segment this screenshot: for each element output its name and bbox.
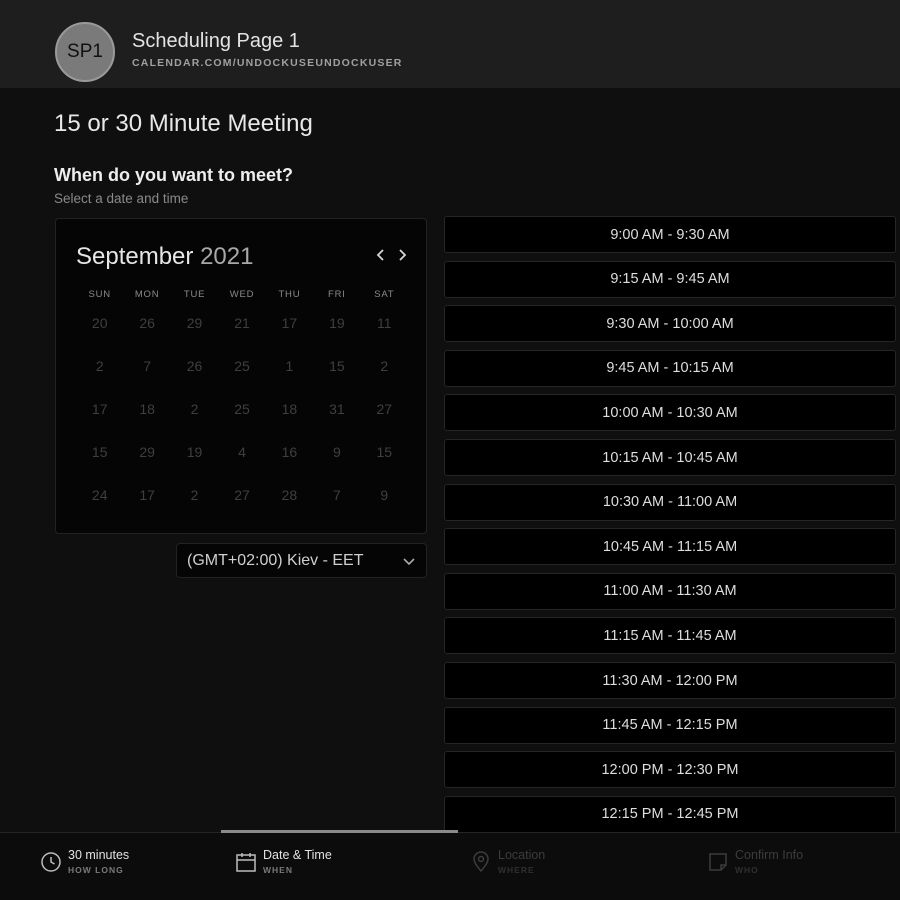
timezone-select[interactable]: (GMT+02:00) Kiev - EET — [176, 543, 427, 578]
calendar-month: September — [76, 243, 194, 270]
chevron-right-icon — [399, 249, 407, 261]
time-slot-list: 9:00 AM - 9:30 AM 9:15 AM - 9:45 AM 9:30 A… — [444, 216, 900, 832]
calendar-day: 25 — [234, 401, 250, 417]
step-who-label: Confirm Info — [735, 848, 804, 862]
calendar-day: 24 — [91, 487, 108, 503]
calendar-icon — [236, 853, 256, 872]
step-how-long-label: 30 minutes — [68, 848, 130, 862]
calendar-week-row: 24 17 2 27 28 7 9 — [76, 487, 408, 503]
calendar-day: 29 — [139, 444, 155, 460]
previous-month-button[interactable] — [372, 245, 390, 265]
calendar-day: 15 — [376, 444, 393, 460]
calendar-month-year: September 2021 — [76, 243, 253, 271]
step-when[interactable]: Date & Time WHEN — [235, 847, 385, 883]
calendar-day: 25 — [234, 358, 250, 374]
step-how-long-sub: HOW LONG — [68, 865, 124, 875]
calendar-day: 7 — [143, 358, 152, 374]
step-who-sub: WHO — [735, 865, 759, 875]
days-of-week-row: SUN MON TUE WED THU FRI SAT — [76, 289, 408, 300]
avatar: SP1 — [55, 22, 115, 82]
calendar-day: 2 — [380, 358, 389, 374]
calendar-day: 27 — [376, 401, 393, 417]
calendar-day: 7 — [332, 487, 341, 503]
calendar-day: 16 — [281, 444, 298, 460]
calendar-day: 19 — [329, 315, 345, 331]
step-when-label: Date & Time — [263, 848, 332, 862]
dow-sat: SAT — [374, 289, 395, 300]
time-slot-button[interactable]: 11:15 AM - 11:45 AM — [444, 617, 896, 655]
dow-thu: THU — [278, 289, 301, 300]
calendar-week-row: 2 7 26 25 1 15 2 — [76, 358, 408, 374]
progress-footer: 30 minutes HOW LONG Date & Time WHEN Loc… — [0, 830, 900, 900]
step-where-sub: WHERE — [498, 865, 535, 875]
calendar-day: 26 — [186, 358, 203, 374]
scheduling-page-title: Scheduling Page 1 — [132, 30, 300, 52]
calendar-week-row: 15 29 19 4 16 9 15 — [76, 444, 408, 460]
dow-fri: FRI — [328, 289, 346, 300]
time-slot-button[interactable]: 9:00 AM - 9:30 AM — [444, 216, 896, 253]
step-where[interactable]: Location WHERE — [470, 847, 620, 883]
time-slot-button[interactable]: 11:00 AM - 11:30 AM — [444, 572, 896, 610]
dow-sun: SUN — [88, 289, 111, 300]
calendar-day: 9 — [332, 444, 341, 460]
calendar-day: 26 — [139, 315, 155, 331]
calendar-day: 11 — [377, 315, 392, 331]
time-slot-button[interactable]: 9:30 AM - 10:00 AM — [444, 305, 896, 343]
step-who[interactable]: Confirm Info WHO — [707, 847, 857, 883]
clock-icon — [41, 852, 61, 872]
calendar-day: 1 — [285, 358, 294, 374]
calendar-day: 21 — [234, 315, 250, 331]
calendar-day: 29 — [186, 315, 203, 331]
calendar-week-row: 20 26 29 21 17 19 11 — [76, 315, 408, 331]
calendar-day: 27 — [234, 487, 250, 503]
time-slot-button[interactable]: 12:00 PM - 12:30 PM — [444, 751, 896, 789]
date-picker-calendar: September 2021 SUN MON TUE WED THU FRI S… — [55, 218, 427, 534]
question-subtitle: Select a date and time — [54, 191, 189, 206]
calendar-day: 2 — [95, 358, 104, 374]
calendar-day: 17 — [91, 401, 108, 417]
chevron-down-icon — [403, 558, 415, 566]
next-month-button[interactable] — [393, 245, 411, 265]
calendar-day: 17 — [139, 487, 155, 503]
calendar-year: 2021 — [200, 243, 254, 270]
calendar-day: 2 — [190, 401, 199, 417]
time-slot-button[interactable]: 9:15 AM - 9:45 AM — [444, 260, 896, 298]
time-slot-button[interactable]: 10:45 AM - 11:15 AM — [444, 528, 896, 566]
calendar-day: 2 — [190, 487, 199, 503]
time-slot-button[interactable]: 11:45 AM - 12:15 PM — [444, 706, 896, 744]
time-slot-button[interactable]: 11:30 AM - 12:00 PM — [444, 662, 896, 699]
location-pin-icon — [473, 851, 489, 873]
time-slot-button[interactable]: 10:00 AM - 10:30 AM — [444, 394, 896, 432]
step-where-label: Location — [498, 848, 546, 862]
scheduling-page-url[interactable]: CALENDAR.COM/UNDOCKUSEUNDOCKUSER — [132, 57, 403, 69]
calendar-day: 28 — [281, 487, 298, 503]
step-when-sub: WHEN — [263, 865, 293, 875]
dow-tue: TUE — [183, 289, 206, 300]
calendar-day: 17 — [281, 315, 298, 331]
dow-mon: MON — [134, 289, 160, 300]
calendar-day: 9 — [380, 487, 389, 503]
calendar-day: 31 — [329, 401, 345, 417]
calendar-day: 19 — [186, 444, 203, 460]
calendar-week-row: 17 18 2 25 18 31 27 — [76, 401, 408, 417]
step-progress-indicator — [221, 830, 458, 833]
step-how-long[interactable]: 30 minutes HOW LONG — [40, 847, 190, 883]
question-title: When do you want to meet? — [54, 165, 293, 185]
timezone-value: (GMT+02:00) Kiev - EET — [187, 552, 364, 569]
calendar-day: 15 — [329, 358, 345, 374]
note-icon — [709, 853, 727, 871]
calendar-day: 4 — [238, 444, 246, 460]
calendar-day: 20 — [91, 315, 108, 331]
time-slot-button[interactable]: 10:30 AM - 11:00 AM — [444, 483, 896, 521]
calendar-day: 15 — [91, 444, 108, 460]
time-slot-button[interactable]: 9:45 AM - 10:15 AM — [444, 349, 896, 387]
time-slot-button[interactable]: 12:15 PM - 12:45 PM — [444, 795, 896, 832]
meeting-title: 15 or 30 Minute Meeting — [54, 110, 313, 137]
dow-wed: WED — [229, 289, 255, 300]
calendar-day: 18 — [281, 401, 298, 417]
page-header: SP1 Scheduling Page 1 CALENDAR.COM/UNDOC… — [0, 0, 900, 88]
calendar-day: 18 — [139, 401, 155, 417]
chevron-left-icon — [376, 249, 384, 261]
time-slot-button[interactable]: 10:15 AM - 10:45 AM — [444, 439, 896, 476]
